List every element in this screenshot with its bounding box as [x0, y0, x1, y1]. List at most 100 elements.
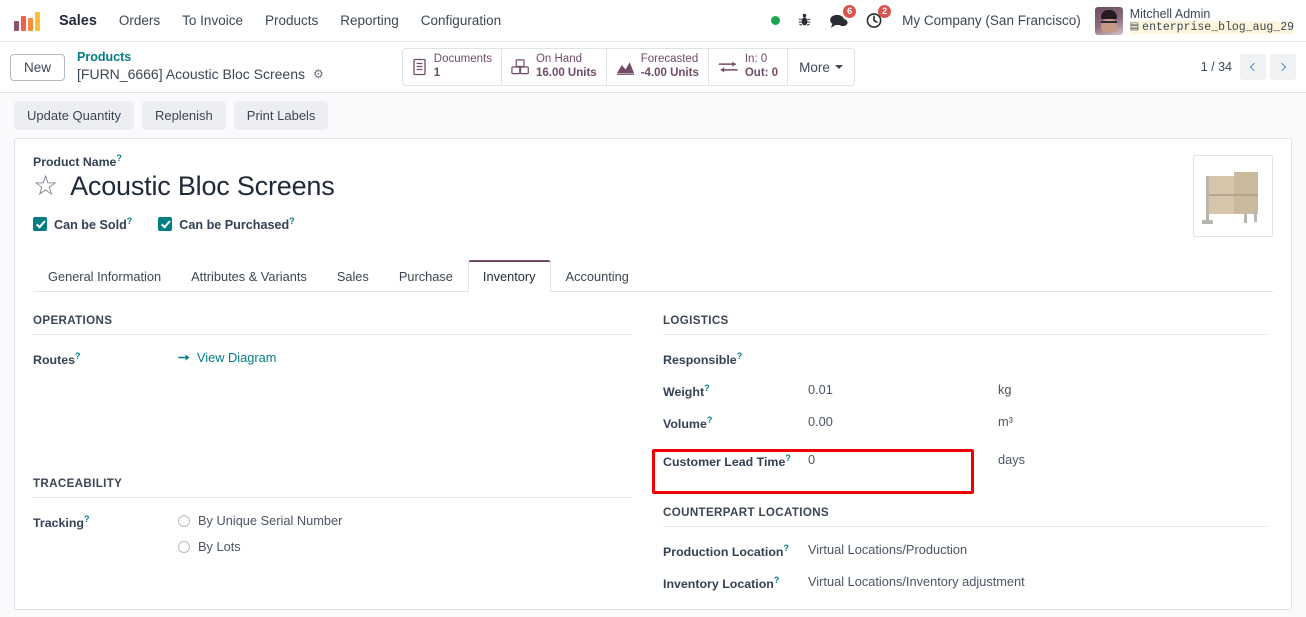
responsible-field-row: Responsible?	[663, 350, 1267, 367]
radio-by-unique-serial-number[interactable]	[178, 514, 190, 527]
action-buttons-bar: Update Quantity Replenish Print Labels	[0, 93, 1306, 138]
star-icon[interactable]: ☆	[33, 171, 58, 200]
tracking-option-lots[interactable]: By Lots	[178, 539, 342, 554]
customer-lead-time-field-row: Customer Lead Time? 0 days	[663, 452, 1267, 469]
can-be-sold-field[interactable]: Can be Sold?	[33, 216, 132, 232]
nav-app-sales[interactable]: Sales	[48, 0, 108, 42]
stat-label-documents: Documents	[433, 53, 492, 66]
tab-general-information[interactable]: General Information	[33, 260, 176, 292]
tracking-label: Tracking?	[33, 513, 178, 530]
breadcrumb-item-products[interactable]: Products	[77, 50, 324, 66]
can-be-sold-label-text: Can be Sold	[54, 218, 127, 233]
can-be-purchased-label-text: Can be Purchased	[179, 218, 290, 233]
left-column: OPERATIONS Routes? View Diagram TRACEABI…	[33, 314, 653, 591]
inventory-location-label: Inventory Location?	[663, 574, 808, 591]
help-tooltip-icon[interactable]: ?	[84, 514, 90, 524]
bug-icon[interactable]	[789, 0, 820, 42]
boxes-icon	[511, 58, 530, 76]
page-title: Acoustic Bloc Screens	[70, 171, 335, 202]
product-flags: Can be Sold? Can be Purchased?	[33, 216, 1193, 232]
help-tooltip-icon[interactable]: ?	[704, 383, 710, 393]
more-dropdown-label: More	[799, 59, 830, 75]
tracking-options: By Unique Serial Number By Lots	[178, 513, 342, 554]
customer-lead-time-value[interactable]: 0	[808, 452, 998, 467]
breadcrumb-current-record: [FURN_6666] Acoustic Bloc Screens ⚙	[77, 66, 324, 84]
tab-accounting[interactable]: Accounting	[551, 260, 644, 292]
help-tooltip-icon[interactable]: ?	[127, 216, 133, 226]
odoo-bars-logo[interactable]	[14, 11, 40, 31]
tab-sales[interactable]: Sales	[322, 260, 384, 292]
chevron-left-icon	[1249, 62, 1259, 72]
stat-button-on-hand[interactable]: On Hand 16.00 Units	[502, 49, 607, 85]
view-diagram-link[interactable]: View Diagram	[178, 350, 276, 365]
traceability-group-title: TRACEABILITY	[33, 477, 631, 499]
tab-inventory[interactable]: Inventory	[467, 260, 551, 292]
replenish-button[interactable]: Replenish	[141, 101, 226, 130]
new-button[interactable]: New	[10, 53, 66, 81]
help-tooltip-icon[interactable]: ?	[75, 351, 81, 361]
user-name: Mitchell Admin	[1129, 6, 1211, 21]
more-dropdown-button[interactable]: More	[788, 49, 854, 85]
stat-label-in: In: 0	[744, 53, 768, 66]
chevron-down-icon	[834, 65, 843, 69]
tracking-option-lots-label: By Lots	[198, 539, 241, 555]
volume-value[interactable]: 0.00	[808, 414, 998, 429]
gear-icon[interactable]: ⚙	[313, 67, 324, 82]
activities-clock-icon[interactable]: 2	[857, 0, 892, 42]
help-tooltip-icon[interactable]: ?	[785, 453, 791, 463]
form-sheet-background: Product Name? ☆ Acoustic Bloc Screens Ca…	[0, 138, 1306, 617]
top-navbar: Sales Orders To Invoice Products Reporti…	[0, 0, 1306, 42]
can-be-purchased-field[interactable]: Can be Purchased?	[158, 216, 295, 233]
print-labels-button[interactable]: Print Labels	[233, 101, 329, 130]
company-selector[interactable]: My Company (San Francisco)	[892, 13, 1091, 28]
help-tooltip-icon[interactable]: ?	[783, 543, 789, 553]
online-status-dot-icon[interactable]	[762, 0, 789, 42]
routes-field-row: Routes? View Diagram	[33, 350, 631, 367]
tracking-option-serial[interactable]: By Unique Serial Number	[178, 513, 342, 528]
operations-group-title: OPERATIONS	[33, 314, 631, 335]
stat-value-documents: 1	[433, 67, 441, 79]
tab-purchase[interactable]: Purchase	[384, 260, 468, 292]
nav-item-products[interactable]: Products	[254, 0, 329, 42]
acoustic-bloc-screens-image[interactable]	[1193, 155, 1273, 237]
stat-button-forecasted[interactable]: Forecasted -4.00 Units	[607, 49, 709, 85]
stat-button-in-out[interactable]: In: 0 Out: 0	[709, 49, 789, 85]
help-tooltip-icon[interactable]: ?	[737, 351, 743, 361]
user-menu[interactable]: Mitchell Admin ▤ enterprise_blog_aug_29	[1091, 6, 1294, 35]
can-be-sold-checkbox[interactable]	[33, 217, 47, 232]
volume-label-text: Volume	[663, 417, 707, 432]
weight-value[interactable]: 0.01	[808, 382, 998, 397]
nav-item-to-invoice[interactable]: To Invoice	[171, 0, 254, 42]
stat-label-forecasted: Forecasted	[640, 53, 699, 66]
pager: 1 / 34	[1201, 54, 1296, 80]
production-location-value[interactable]: Virtual Locations/Production	[808, 542, 998, 557]
production-location-label: Production Location?	[663, 542, 808, 559]
navbar-systray: 6 2 My Company (San Francisco) Mitchell …	[762, 0, 1298, 42]
nav-item-reporting[interactable]: Reporting	[329, 0, 410, 42]
nav-item-configuration[interactable]: Configuration	[410, 0, 512, 42]
inventory-tab-content: OPERATIONS Routes? View Diagram TRACEABI…	[33, 292, 1273, 591]
pager-next-button[interactable]	[1270, 54, 1296, 80]
help-tooltip-icon[interactable]: ?	[707, 415, 713, 425]
help-tooltip-icon[interactable]: ?	[774, 575, 780, 585]
chevron-right-icon	[1277, 62, 1287, 72]
user-avatar[interactable]	[1094, 6, 1123, 35]
inventory-location-value[interactable]: Virtual Locations/Inventory adjustment	[808, 574, 1025, 589]
messages-icon[interactable]: 6	[820, 0, 857, 42]
tab-attributes-variants[interactable]: Attributes & Variants	[176, 260, 322, 292]
pager-previous-button[interactable]	[1240, 54, 1266, 80]
can-be-purchased-checkbox[interactable]	[158, 217, 173, 232]
weight-unit: kg	[998, 382, 1012, 398]
customer-lead-time-unit: days	[998, 452, 1026, 468]
exchange-arrows-icon	[718, 59, 739, 75]
view-diagram-label: View Diagram	[197, 350, 277, 365]
stat-button-documents[interactable]: Documents 1	[403, 49, 502, 85]
radio-by-lots[interactable]	[178, 540, 190, 553]
tracking-option-serial-label: By Unique Serial Number	[198, 513, 343, 529]
help-tooltip-icon[interactable]: ?	[289, 216, 295, 226]
update-quantity-button[interactable]: Update Quantity	[14, 101, 134, 130]
help-tooltip-icon[interactable]: ?	[116, 153, 122, 163]
nav-item-orders[interactable]: Orders	[108, 0, 171, 42]
volume-unit: m³	[998, 414, 1013, 430]
can-be-sold-label: Can be Sold?	[54, 216, 132, 232]
